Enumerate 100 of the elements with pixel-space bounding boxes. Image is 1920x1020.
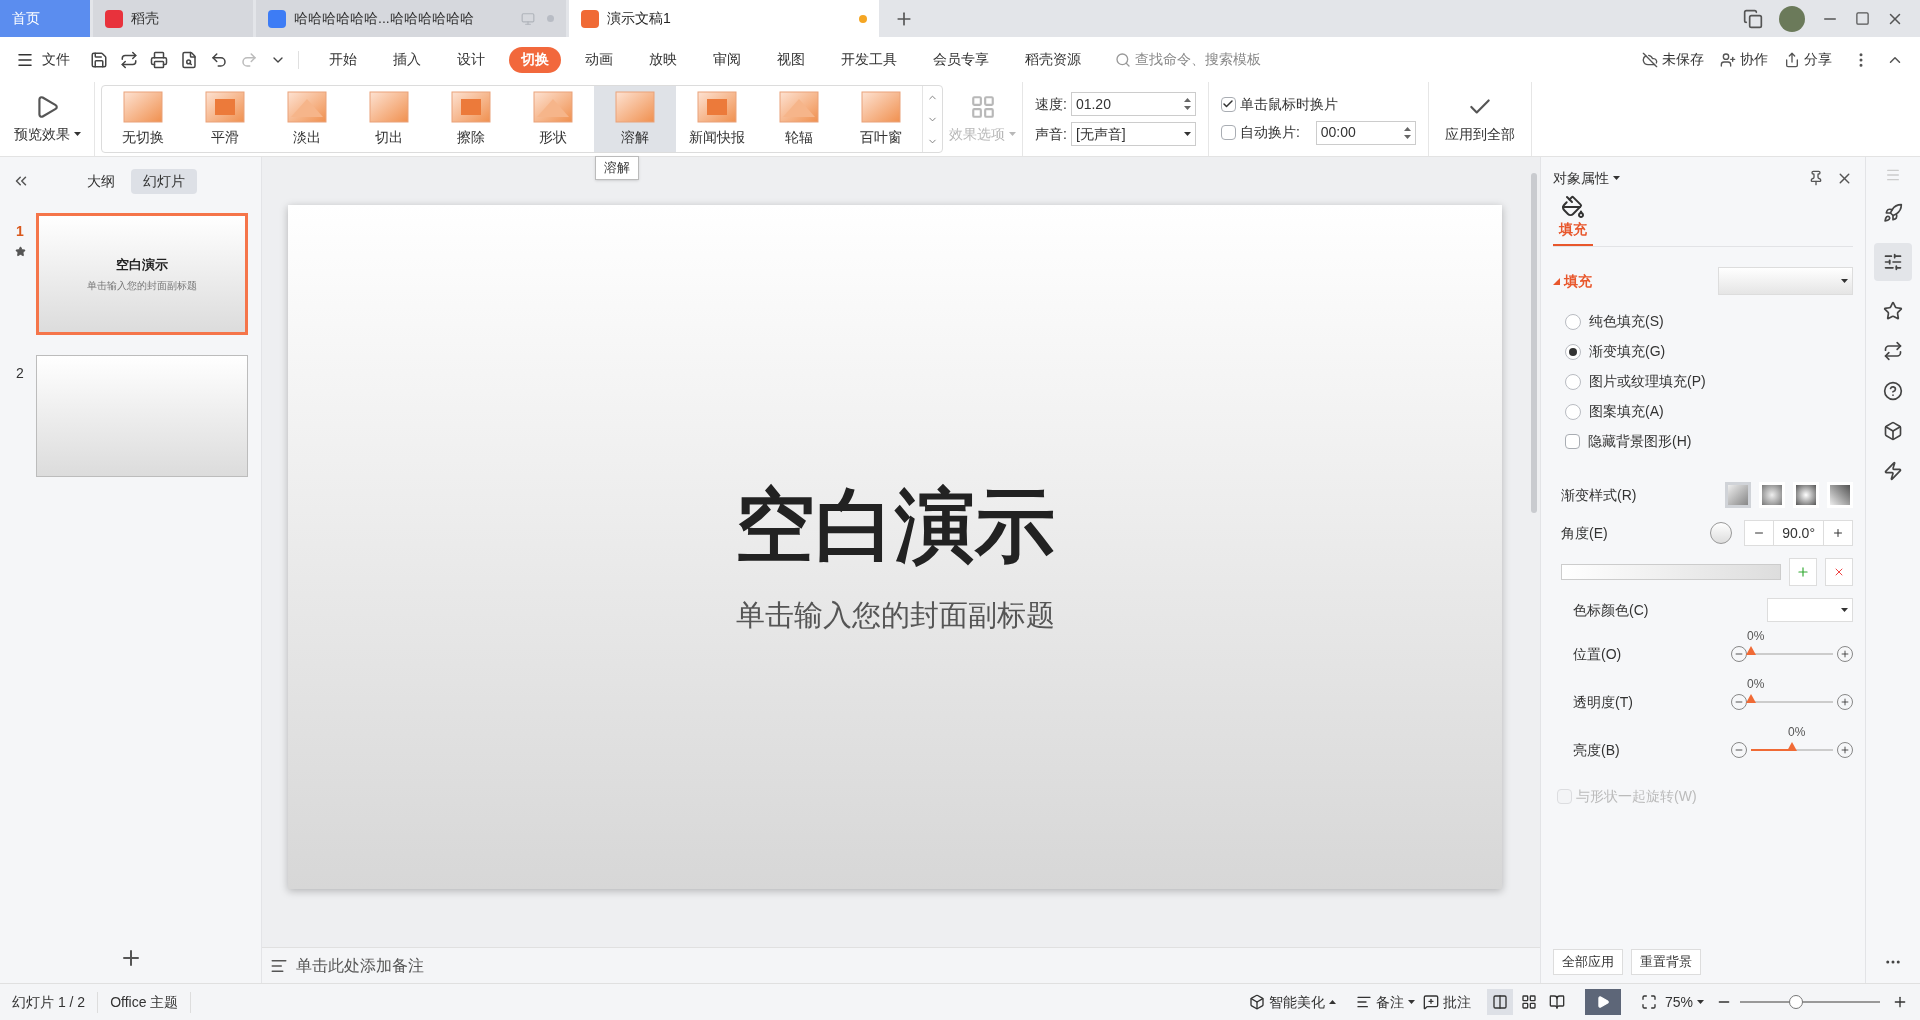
radio-button[interactable] [1565,403,1581,420]
slide-count: 幻灯片 1 / 2 [12,991,99,1013]
toolbar-action-button[interactable]: 未保存 [1642,49,1704,70]
ribbon-tab[interactable]: 会员专享 [921,46,1001,73]
user-avatar[interactable] [1779,5,1805,32]
print-preview-icon[interactable] [180,50,198,69]
monitor-icon [521,11,535,26]
star-icon[interactable] [1883,301,1903,321]
help-icon[interactable] [1883,381,1903,401]
radio-button[interactable] [1565,373,1581,390]
comments-button[interactable]: 批注 [1422,991,1471,1013]
ribbon-tab[interactable]: 设计 [445,46,497,73]
checkbox[interactable] [1220,96,1236,112]
radio-button[interactable] [1565,343,1581,360]
panel-title[interactable]: 对象属性 [1553,167,1808,189]
transition-thumbnail-icon [861,90,901,123]
ribbon-tab[interactable]: 审阅 [701,46,753,73]
transition-option[interactable]: 无切换 [102,86,184,152]
file-menu-button[interactable]: 文件 [16,49,70,70]
ribbon-tab[interactable]: 稻壳资源 [1013,46,1093,73]
slider-reading: 0% [1747,678,1765,690]
ribbon-tab[interactable]: 视图 [765,46,817,73]
undo-icon[interactable] [210,50,228,69]
slider-thumb[interactable] [1746,694,1756,703]
ribbon-tab[interactable]: 动画 [573,46,625,73]
play-button[interactable] [1584,989,1621,1015]
sound-dropdown[interactable]: [无声音] [1070,122,1196,146]
document-tab[interactable]: 演示文稿1 [569,0,879,37]
fit-window-icon[interactable] [1640,994,1657,1010]
transition-option[interactable]: 溶解 [594,86,676,152]
transition-option[interactable]: 擦除 [430,86,512,152]
rocket-icon[interactable] [1883,203,1903,223]
stop-color-label: 色标颜色(C) [1573,600,1650,620]
apply-to-all-button[interactable]: 应用到全部 [1428,82,1532,156]
window-count-icon[interactable] [1743,8,1763,29]
panel-action-button[interactable]: 重置背景 [1631,949,1701,975]
convert-icon[interactable] [120,50,138,69]
command-search-field[interactable]: 查找命令、搜索模板 [1115,49,1315,70]
caret-icon [1697,1000,1704,1004]
angle-dial[interactable] [1710,522,1733,544]
redo-icon[interactable] [240,50,258,69]
radio-label: 图案填充(A) [1589,402,1664,421]
transition-thumbnail-icon [205,90,245,123]
document-tab[interactable]: 哈哈哈哈哈哈...哈哈哈哈哈哈 [256,0,566,37]
ribbon-tab[interactable]: 开发工具 [829,46,909,73]
pin-icon[interactable] [1808,170,1824,186]
angle-stepper[interactable]: 90.0° [1744,520,1853,546]
slide-title: 空白演示 [735,480,1055,573]
transition-option[interactable]: 平滑 [184,86,266,152]
zoom-level[interactable]: 75% [1664,991,1704,1013]
transition-option[interactable]: 形状 [512,86,594,152]
fill-color-dropdown[interactable] [1718,267,1853,295]
document-tab[interactable]: 稻壳 [93,0,253,37]
drag-handle-icon[interactable] [1885,167,1901,183]
slide-thumbnail[interactable]: 空白演示 单击输入您的封面副标题 [36,213,248,335]
toolbar-action-button[interactable]: 分享 [1784,49,1832,70]
spinner-arrows-icon[interactable] [1183,98,1191,110]
print-icon[interactable] [150,50,168,69]
zoom-slider-thumb[interactable] [1789,995,1803,1009]
slide-thumbnail[interactable] [36,355,248,477]
toolbar-action-button[interactable]: 协作 [1720,49,1768,70]
preview-effect-button[interactable]: 预览效果 [0,82,95,156]
properties-toolbar-button[interactable] [1874,243,1912,281]
slider-thumb[interactable] [1787,742,1797,751]
smart-beautify-button[interactable]: 智能美化 [1248,991,1336,1013]
transition-option[interactable]: 淡出 [266,86,348,152]
speed-field[interactable]: 01.20 [1070,92,1196,116]
lightning-icon[interactable] [1883,461,1903,481]
maximize-icon[interactable] [1855,11,1870,26]
notes-bar[interactable]: 单击此处添加备注 [262,947,1540,983]
transition-option[interactable]: 新闻快报 [676,86,758,152]
transition-option[interactable]: 百叶窗 [840,86,922,152]
stop-color-dropdown[interactable] [1767,598,1853,622]
gradient-style-option[interactable] [1725,482,1751,508]
grid-view-icon[interactable] [1520,994,1537,1010]
panel-tab[interactable]: 大纲 [75,168,127,194]
resource-icon[interactable] [1883,421,1903,441]
spinner-arrows-icon[interactable] [1403,126,1411,139]
transition-option[interactable]: 切出 [348,86,430,152]
checkbox[interactable] [1220,125,1236,140]
caret-icon [1183,132,1191,136]
zoom-in-icon[interactable] [1892,994,1908,1010]
caret-icon [1841,608,1848,612]
transition-option[interactable]: 轮辐 [758,86,840,152]
reading-view-icon[interactable] [1548,994,1565,1010]
panel-tab[interactable]: 幻灯片 [131,168,197,194]
slider-reading: 0% [1788,726,1806,738]
transition-icon[interactable] [1883,341,1903,361]
ribbon-tab[interactable]: 开始 [317,46,369,73]
panel-action-button[interactable]: 全部应用 [1553,949,1623,975]
checkbox[interactable] [1565,434,1580,449]
ribbon-tab[interactable]: 放映 [637,46,689,73]
ribbon-tab[interactable]: 插入 [381,46,433,73]
radio-button[interactable] [1565,313,1581,330]
auto-time-field[interactable]: 00:00 [1315,120,1416,145]
save-icon[interactable] [90,50,108,69]
notes-button[interactable]: 备注 [1355,991,1415,1013]
normal-view-button[interactable] [1486,989,1513,1015]
transition-thumbnail-icon [451,90,491,123]
slider-thumb[interactable] [1746,646,1756,655]
